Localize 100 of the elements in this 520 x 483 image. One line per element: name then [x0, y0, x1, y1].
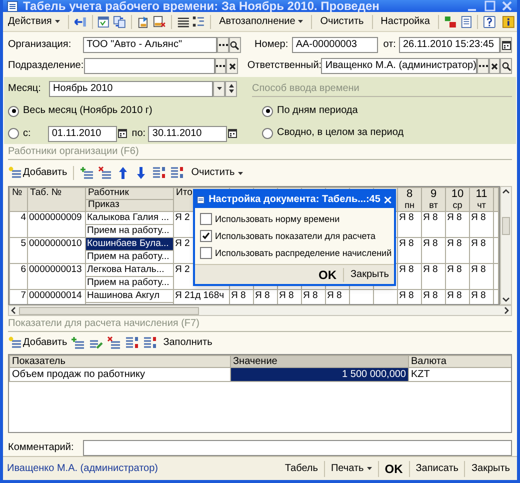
value-cell[interactable]: 1 500 000,000	[230, 368, 408, 382]
clear-button[interactable]	[488, 58, 500, 74]
column-header[interactable]: Таб. №	[28, 188, 86, 212]
vertical-scrollbar[interactable]	[500, 186, 512, 305]
sort-ascending-icon[interactable]	[152, 166, 166, 180]
info-icon[interactable]	[502, 14, 515, 28]
organization-field[interactable]: ТОО "Авто - Альянс"	[82, 37, 218, 53]
caret-icon	[216, 87, 222, 90]
report-icon[interactable]	[460, 14, 472, 28]
swap-icon[interactable]	[113, 14, 126, 28]
horizontal-scrollbar[interactable]	[8, 305, 512, 316]
radio-button[interactable]	[262, 128, 273, 138]
day-header[interactable]: 11 чт	[470, 188, 494, 212]
radio-button[interactable]	[8, 128, 19, 139]
maximize-icon[interactable]	[484, 0, 496, 12]
column-header[interactable]: Показатель	[10, 356, 230, 368]
scroll-thumb[interactable]	[502, 216, 510, 234]
add-row-icon[interactable]	[8, 166, 22, 180]
user-name: Иващенко М.А. (администратор)	[7, 464, 160, 474]
day-header[interactable]: 9 вт	[422, 188, 446, 212]
search-button[interactable]	[500, 58, 512, 74]
document-icon[interactable]	[137, 14, 150, 28]
radio-button[interactable]	[8, 106, 19, 116]
table-cell: KZT	[408, 368, 511, 382]
delete-row-icon[interactable]	[98, 166, 112, 180]
weekday-label: чт	[476, 200, 487, 210]
scroll-thumb[interactable]	[19, 306, 199, 314]
column-header[interactable]: №	[10, 188, 28, 212]
spin-icon	[228, 84, 234, 93]
add-button[interactable]: Добавить	[8, 336, 68, 350]
column-header[interactable]: Валюта	[408, 356, 511, 368]
day-number: 11	[474, 188, 488, 200]
dropdown-button[interactable]	[213, 80, 225, 96]
tree-list-icon[interactable]	[192, 14, 206, 28]
column-header[interactable]: Работник	[86, 188, 174, 200]
sort-descending-icon[interactable]	[143, 336, 158, 350]
actions-menu[interactable]: Действия	[5, 14, 63, 30]
delete-row-icon[interactable]	[107, 336, 122, 350]
select-button[interactable]	[217, 37, 229, 53]
close-icon[interactable]	[501, 0, 513, 12]
sort-descending-icon[interactable]	[170, 166, 184, 180]
from-date-field[interactable]: 01.11.2010	[48, 126, 117, 142]
print-menu[interactable]: Печать	[328, 464, 375, 474]
table-cell: Я 8	[446, 238, 470, 264]
dialog-title: Настройка документа: Табель...:45	[208, 194, 380, 204]
day-header[interactable]: 8 пн	[398, 188, 422, 212]
select-button[interactable]	[477, 58, 489, 74]
column-header[interactable]: Приказ	[86, 200, 174, 212]
section-title: Показатели для расчета начисления (F7)	[8, 318, 200, 329]
responsible-field[interactable]: Иващенко М.А. (администратор)	[321, 58, 478, 74]
settings-button[interactable]: Настройка	[378, 14, 433, 30]
day-header[interactable]: 10 ср	[446, 188, 470, 212]
select-button[interactable]	[214, 58, 226, 74]
arrow-icon[interactable]	[74, 14, 87, 28]
checkbox[interactable]	[200, 213, 212, 225]
footer-button[interactable]: Закрыть	[468, 464, 513, 474]
employee-cell[interactable]: Кошинбаев Була...	[86, 238, 174, 250]
employee-cell[interactable]: Нашинова Акгул	[86, 290, 174, 302]
autofill-menu[interactable]: Автозаполнение	[216, 14, 306, 30]
clear-menu[interactable]: Очистить	[188, 165, 246, 181]
field-label: по:	[132, 128, 146, 138]
search-button[interactable]	[228, 37, 241, 53]
table-cell: 0000000013	[28, 264, 86, 290]
day-number: 8	[405, 188, 414, 200]
employee-cell[interactable]: Калыкова Галия ...	[86, 212, 174, 224]
to-date-field[interactable]: 30.11.2010	[148, 126, 227, 142]
copy-row-icon[interactable]	[80, 166, 94, 180]
list-icon[interactable]	[176, 14, 190, 28]
table-cell: Я 8	[398, 238, 422, 264]
delete-document-icon[interactable]	[152, 14, 166, 28]
ok-button[interactable]: OK	[315, 268, 340, 280]
month-field[interactable]: Ноябрь 2010	[49, 80, 213, 96]
clear-button[interactable]	[226, 58, 238, 74]
date-field[interactable]: 26.11.2010 15:23:45	[398, 37, 500, 53]
footer-button[interactable]: Табель	[282, 464, 321, 474]
checkbox[interactable]	[200, 230, 212, 242]
copy-row-icon[interactable]	[71, 336, 86, 350]
calendar-button[interactable]	[500, 37, 512, 53]
caret-icon	[54, 20, 60, 23]
spin-button[interactable]	[225, 80, 237, 96]
subdivision-field[interactable]	[84, 58, 215, 74]
calendar-icon	[118, 129, 127, 138]
employee-cell[interactable]: Легкова Наталь...	[86, 264, 174, 276]
sort-ascending-icon[interactable]	[125, 336, 140, 350]
radio-button[interactable]	[262, 106, 273, 116]
number-field[interactable]: АА-00000003	[292, 37, 378, 53]
footer-button[interactable]: OK	[382, 462, 406, 474]
close-button[interactable]: Закрыть	[348, 270, 391, 280]
fill-button[interactable]: Заполнить	[161, 338, 214, 348]
clear-button[interactable]: Очистить	[317, 14, 367, 30]
comment-field[interactable]	[83, 440, 512, 456]
add-button[interactable]: Добавить	[8, 166, 68, 180]
help-icon[interactable]	[483, 14, 496, 28]
table-cell: Я 8	[398, 264, 422, 290]
footer-button[interactable]: Записать	[412, 464, 462, 474]
add-row-icon[interactable]	[8, 336, 22, 350]
field-label: По дням периода	[277, 106, 358, 116]
calendar-icon[interactable]	[97, 14, 110, 28]
checkbox[interactable]	[200, 247, 212, 259]
column-header[interactable]: Значение	[230, 356, 408, 368]
